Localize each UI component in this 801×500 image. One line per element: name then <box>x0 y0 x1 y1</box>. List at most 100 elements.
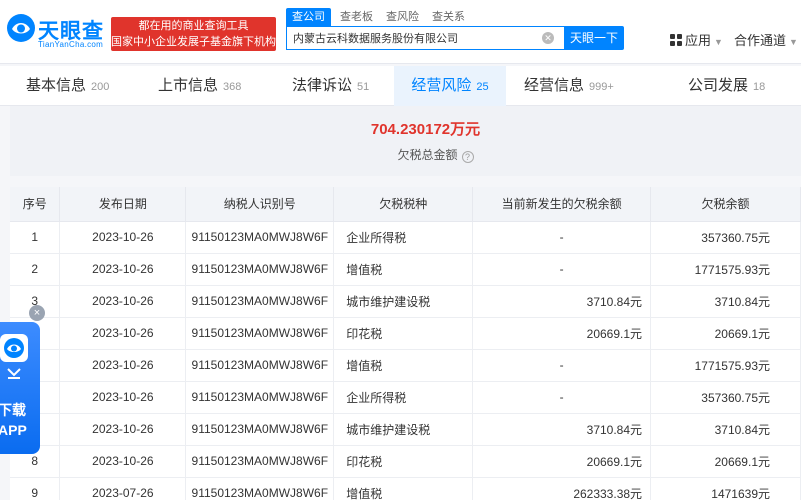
table-row[interactable]: 8 2023-10-26 91150123MA0MWJ8W6F 印花税 20669.1元… <box>10 445 801 478</box>
col-publish-date: 发布日期 <box>59 187 187 222</box>
cell-taxpayer-id: 91150123MA0MWJ8W6F <box>185 317 335 350</box>
cell-taxpayer-id: 91150123MA0MWJ8W6F <box>185 221 335 254</box>
tab-label: 经营风险 <box>411 77 472 94</box>
cell-taxpayer-id: 91150123MA0MWJ8W6F <box>185 253 335 286</box>
help-icon[interactable]: ? <box>461 151 474 163</box>
tab-development[interactable]: 公司发展 18 <box>688 66 765 106</box>
cell-new-arrears: 3710.84元 <box>472 413 652 446</box>
cell-taxpayer-id: 91150123MA0MWJ8W6F <box>185 477 335 500</box>
cell-tax-type: 企业所得税 <box>333 221 474 254</box>
search-tab-company[interactable]: 查公司 <box>286 8 331 26</box>
cell-taxpayer-id: 91150123MA0MWJ8W6F <box>185 445 335 478</box>
cell-arrears-balance: 357360.75元 <box>650 381 801 414</box>
table-row[interactable]: 2 2023-10-26 91150123MA0MWJ8W6F 增值税 -1771575… <box>10 253 801 286</box>
col-new-arrears: 当前新发生的欠税余额 <box>472 187 652 222</box>
table-row[interactable]: 52023-10-2691150123MA0MWJ8W6F增值税-1771575… <box>10 349 801 382</box>
search-input[interactable] <box>293 27 533 49</box>
cell-tax-type: 增值税 <box>333 253 474 286</box>
cell-tax-type: 增值税 <box>333 349 474 382</box>
search-tab-risk[interactable]: 查风险 <box>386 8 419 26</box>
cell-tax-type: 城市维护建设税 <box>333 413 474 446</box>
cell-taxpayer-id: 91150123MA0MWJ8W6F <box>185 349 335 382</box>
logo[interactable]: 天眼查 TianYanCha.com <box>6 13 106 53</box>
cell-new-arrears: - <box>472 349 652 382</box>
clear-search-icon[interactable]: ✕ <box>542 32 554 44</box>
cell-arrears-balance: 1771575.93元 <box>650 349 801 382</box>
cell-new-arrears: 20669.1元 <box>472 445 652 478</box>
tab-basic-info[interactable]: 基本信息 200 <box>26 66 109 106</box>
page: 天眼查 TianYanCha.com 都在用的商业查询工具 国家中小企业发展子基… <box>0 0 801 500</box>
table-row[interactable]: 1 2023-10-26 91150123MA0MWJ8W6F 企业所得税 -35736… <box>10 221 801 254</box>
table-header-row: 序号 发布日期 纳税人识别号 欠税税种 当前新发生的欠税余额 欠税余额 <box>10 187 801 222</box>
cell-publish-date: 2023-10-26 <box>59 445 187 478</box>
cell-tax-type: 企业所得税 <box>333 381 474 414</box>
search-tab-boss[interactable]: 查老板 <box>340 8 373 26</box>
download-app-label: 下载 APP <box>0 400 27 440</box>
cell-taxpayer-id: 91150123MA0MWJ8W6F <box>185 381 335 414</box>
tab-listing-info[interactable]: 上市信息 368 <box>158 66 241 106</box>
tab-count: 51 <box>357 81 370 93</box>
col-tax-type: 欠税税种 <box>333 187 474 222</box>
download-label-line2: APP <box>0 422 27 438</box>
cell-publish-date: 2023-10-26 <box>59 349 187 382</box>
total-arrears-amount: 704.230172万元 <box>370 121 481 138</box>
apps-menu[interactable]: 应用 ▼ <box>670 30 723 49</box>
cell-tax-type: 印花税 <box>333 445 474 478</box>
slogan-line-1: 都在用的商业查询工具 <box>138 20 249 32</box>
tab-business-risk[interactable]: 经营风险 25 <box>394 66 506 106</box>
cell-arrears-balance: 357360.75元 <box>650 221 801 254</box>
partner-menu[interactable]: 合作通道 ▼ <box>734 30 798 49</box>
app-logo-icon <box>0 334 28 362</box>
search-box: ✕ <box>286 26 564 50</box>
cell-publish-date: 2023-07-26 <box>59 477 187 500</box>
table-row[interactable]: 9 2023-07-26 91150123MA0MWJ8W6F 增值税 262333.3… <box>10 477 801 500</box>
cell-publish-date: 2023-10-26 <box>59 221 187 254</box>
cell-arrears-balance: 3710.84元 <box>650 413 801 446</box>
cell-new-arrears: 3710.84元 <box>472 285 652 318</box>
total-arrears-label: 欠税总金额? <box>10 146 801 163</box>
tab-label: 公司发展 <box>688 77 749 94</box>
cell-new-arrears: - <box>472 253 652 286</box>
search-tab-relation[interactable]: 查关系 <box>432 8 465 26</box>
cell-arrears-balance: 1771575.93元 <box>650 253 801 286</box>
chevron-down-icon: ▼ <box>789 37 798 47</box>
table-row[interactable]: 42023-10-2691150123MA0MWJ8W6F印花税20669.1元… <box>10 317 801 350</box>
table-row[interactable]: 72023-10-2691150123MA0MWJ8W6F城市维护建设税3710… <box>10 413 801 446</box>
cell-publish-date: 2023-10-26 <box>59 285 187 318</box>
tab-count: 18 <box>753 81 766 93</box>
download-arrow-icon <box>7 368 21 379</box>
cell-new-arrears: 20669.1元 <box>472 317 652 350</box>
tab-legal[interactable]: 法律诉讼 51 <box>292 66 369 106</box>
close-icon[interactable]: × <box>29 305 45 321</box>
tax-summary: 704.230172万元 欠税总金额? <box>10 106 801 176</box>
slogan-banner: 都在用的商业查询工具 国家中小企业发展子基金旗下机构 <box>111 17 276 51</box>
cell-taxpayer-id: 91150123MA0MWJ8W6F <box>185 285 335 318</box>
cell-arrears-balance: 20669.1元 <box>650 445 801 478</box>
col-taxpayer-id: 纳税人识别号 <box>185 187 335 222</box>
table-row[interactable]: 62023-10-2691150123MA0MWJ8W6F企业所得税-35736… <box>10 381 801 414</box>
download-app-widget[interactable]: 下载 APP <box>0 322 40 454</box>
cell-arrears-balance: 20669.1元 <box>650 317 801 350</box>
cell-arrears-balance: 3710.84元 <box>650 285 801 318</box>
cell-publish-date: 2023-10-26 <box>59 381 187 414</box>
table-row[interactable]: 3 2023-10-26 91150123MA0MWJ8W6F 城市维护建设税 3710… <box>10 285 801 318</box>
cell-tax-type: 增值税 <box>333 477 474 500</box>
cell-index: 9 <box>10 477 61 500</box>
tab-label: 上市信息 <box>158 77 219 94</box>
partner-label: 合作通道 <box>734 33 787 48</box>
apps-label: 应用 <box>685 33 712 48</box>
section-nav: 基本信息 200 上市信息 368 法律诉讼 51 经营风险 25 经营信息 999+ 公… <box>0 66 801 106</box>
cell-new-arrears: - <box>472 221 652 254</box>
download-label-line1: 下载 <box>0 402 26 418</box>
cell-publish-date: 2023-10-26 <box>59 413 187 446</box>
logo-eye-icon <box>7 14 35 42</box>
tab-business-info[interactable]: 经营信息 999+ <box>524 66 614 106</box>
col-arrears-balance: 欠税余额 <box>650 187 801 222</box>
cell-new-arrears: - <box>472 381 652 414</box>
apps-grid-icon <box>670 34 682 46</box>
chevron-down-icon: ▼ <box>714 37 723 47</box>
tab-count: 25 <box>476 81 489 93</box>
site-header: 天眼查 TianYanCha.com 都在用的商业查询工具 国家中小企业发展子基… <box>0 0 801 64</box>
tab-label: 基本信息 <box>26 77 87 94</box>
search-button[interactable]: 天眼一下 <box>564 26 624 50</box>
